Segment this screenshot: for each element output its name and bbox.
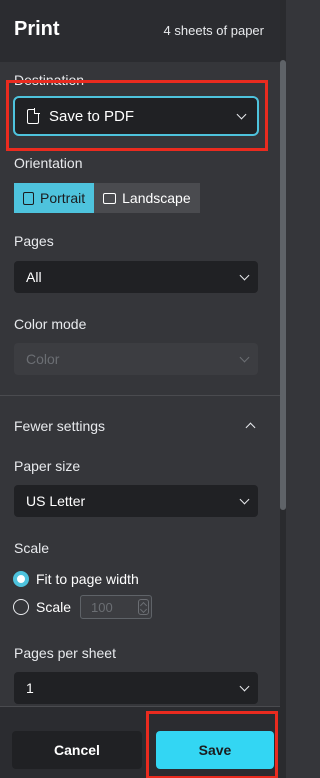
chevron-down-icon xyxy=(239,681,250,692)
landscape-label: Landscape xyxy=(122,190,191,206)
color-mode-select: Color xyxy=(14,343,258,375)
color-mode-value: Color xyxy=(26,351,60,367)
fewer-settings-toggle[interactable]: Fewer settings xyxy=(14,418,105,434)
orientation-label: Orientation xyxy=(14,155,83,171)
scale-input[interactable]: 100 xyxy=(80,595,153,619)
section-divider xyxy=(0,395,280,396)
radio-selected[interactable] xyxy=(13,571,29,587)
pages-per-sheet-label: Pages per sheet xyxy=(14,645,116,661)
scrollbar-track[interactable] xyxy=(280,0,286,778)
fit-to-page-label: Fit to page width xyxy=(36,571,139,587)
portrait-icon xyxy=(23,191,34,205)
paper-size-value: US Letter xyxy=(26,493,86,509)
cancel-button[interactable]: Cancel xyxy=(12,731,142,769)
destination-highlight-box xyxy=(6,80,268,151)
scale-label: Scale xyxy=(14,540,50,556)
paper-size-select[interactable]: US Letter xyxy=(14,485,258,517)
pages-value: All xyxy=(26,269,42,285)
pages-label: Pages xyxy=(14,233,54,249)
stepper-icon[interactable] xyxy=(138,599,150,615)
custom-scale-option[interactable]: Scale 100 xyxy=(13,595,153,619)
chevron-down-icon xyxy=(239,270,250,281)
print-footer: Cancel Save xyxy=(0,706,280,778)
pages-select[interactable]: All xyxy=(14,261,258,293)
radio-unselected[interactable] xyxy=(13,599,29,615)
chevron-up-icon[interactable] xyxy=(245,422,256,433)
landscape-icon xyxy=(103,192,117,204)
color-mode-label: Color mode xyxy=(14,316,87,332)
pages-per-sheet-value: 1 xyxy=(26,680,34,696)
print-title: Print xyxy=(14,18,60,40)
scale-value: 100 xyxy=(91,599,113,615)
portrait-label: Portrait xyxy=(40,190,86,206)
scrollbar-thumb[interactable] xyxy=(280,60,286,510)
sheet-count: 4 sheets of paper xyxy=(163,23,264,38)
pages-per-sheet-select[interactable]: 1 xyxy=(14,672,258,704)
save-button[interactable]: Save xyxy=(156,731,274,769)
chevron-down-icon xyxy=(239,352,250,363)
landscape-button[interactable]: Landscape xyxy=(94,183,200,213)
paper-size-label: Paper size xyxy=(14,458,81,474)
portrait-button[interactable]: Portrait xyxy=(14,183,95,213)
fit-to-page-option[interactable]: Fit to page width xyxy=(13,571,139,587)
custom-scale-label: Scale xyxy=(36,599,72,615)
print-panel: Print 4 sheets of paper Destination Save… xyxy=(0,0,280,778)
chevron-down-icon xyxy=(239,494,250,505)
orientation-toggle: Portrait Landscape xyxy=(14,183,200,213)
print-header: Print 4 sheets of paper xyxy=(0,0,280,62)
